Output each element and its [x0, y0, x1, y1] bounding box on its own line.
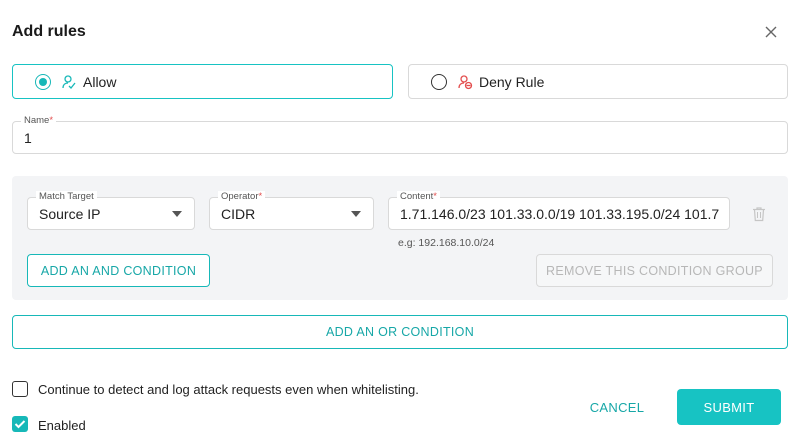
name-field-label: Name* — [21, 115, 57, 127]
trash-icon[interactable] — [752, 206, 766, 222]
match-target-label: Match Target — [36, 191, 97, 203]
add-or-condition-button[interactable]: ADD AN OR CONDITION — [12, 315, 788, 349]
deny-label: Deny Rule — [479, 73, 545, 90]
match-target-value: Source IP — [39, 205, 101, 222]
allow-label: Allow — [83, 73, 117, 90]
close-icon[interactable] — [762, 23, 780, 41]
deny-user-icon — [457, 74, 473, 90]
submit-button[interactable]: SUBMIT — [677, 389, 781, 425]
match-target-select[interactable]: Match Target Source IP — [27, 191, 195, 230]
content-label: Content* — [397, 191, 440, 203]
operator-label: Operator* — [218, 191, 266, 203]
enabled-label: Enabled — [38, 418, 86, 433]
content-value: 1.71.146.0/23 101.33.0.0/19 101.33.195.0… — [400, 205, 719, 222]
deny-option[interactable]: Deny Rule — [408, 64, 788, 99]
name-field-value: 1 — [24, 129, 32, 146]
continue-detect-checkbox[interactable] — [12, 381, 28, 397]
dialog-title: Add rules — [12, 23, 86, 40]
allow-user-icon — [61, 74, 77, 90]
deny-radio[interactable] — [431, 73, 447, 90]
chevron-down-icon — [172, 210, 182, 217]
content-hint: e.g: 192.168.10.0/24 — [398, 237, 495, 249]
operator-select[interactable]: Operator* CIDR — [209, 191, 374, 230]
operator-value: CIDR — [221, 205, 256, 222]
enabled-checkbox[interactable] — [12, 416, 28, 432]
allow-radio[interactable] — [35, 73, 51, 90]
cancel-button[interactable]: CANCEL — [572, 390, 662, 424]
name-field[interactable]: Name* 1 — [12, 115, 788, 154]
remove-condition-group-button[interactable]: REMOVE THIS CONDITION GROUP — [536, 254, 773, 287]
add-and-condition-button[interactable]: ADD AN AND CONDITION — [27, 254, 210, 287]
checkmark-icon — [14, 420, 26, 429]
continue-detect-label: Continue to detect and log attack reques… — [38, 382, 419, 397]
allow-option[interactable]: Allow — [12, 64, 393, 99]
chevron-down-icon — [351, 210, 361, 217]
content-input[interactable]: Content* 1.71.146.0/23 101.33.0.0/19 101… — [388, 191, 730, 230]
